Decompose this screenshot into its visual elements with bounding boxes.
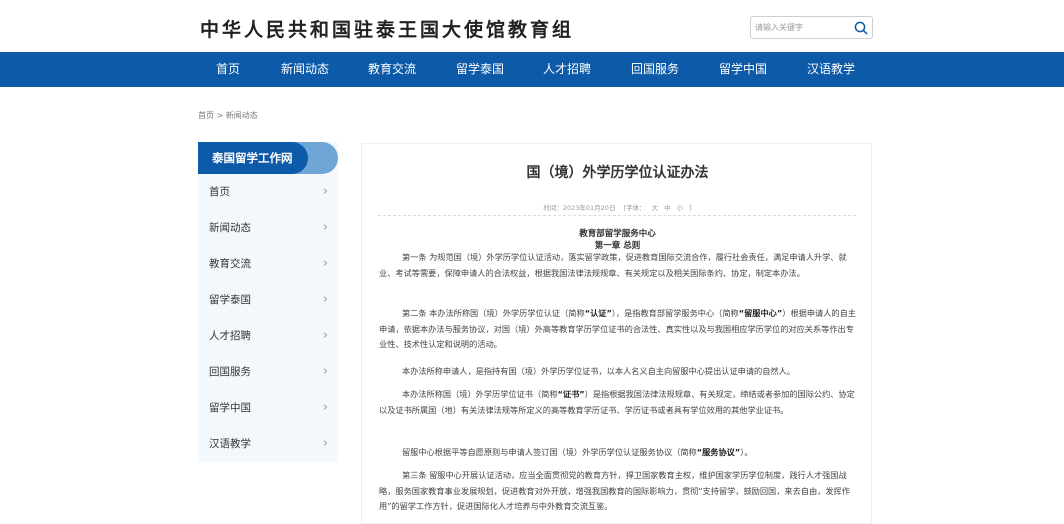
- article-paragraph: 第一条 为规范国（境）外学历学位认证活动，落实留学政策，促进教育国际交流合作，履…: [379, 252, 847, 278]
- chevron-right-icon: ›: [322, 256, 328, 271]
- term-service-agreement: “服务协议”: [696, 447, 741, 457]
- nav-item-return-services[interactable]: 回国服务: [627, 52, 683, 87]
- sidebar-item-label: 首页: [209, 186, 230, 198]
- chevron-right-icon: ›: [322, 328, 328, 343]
- article-paragraph: 留服中心根据平等自愿原则与申请人签订国（境）外学历学位认证服务协议（简称“服务协…: [379, 445, 857, 461]
- article-paragraph: 本办法所称国（境）外学历学位证书（简称“证书”）是指根据我国法律法规规章、有关规…: [379, 387, 857, 418]
- paragraph-text: ），是指教育部留学服务中心（简称: [611, 308, 739, 318]
- sidebar-item-label: 新闻动态: [209, 222, 251, 234]
- article-divider: [378, 215, 856, 216]
- term-certification: “认证”: [584, 308, 612, 318]
- sidebar-item-label: 留学中国: [209, 402, 251, 414]
- sidebar: 泰国留学工作网 首页 › 新闻动态 › 教育交流 › 留学泰国 › 人才招聘 › 回国服务…: [198, 142, 338, 462]
- sidebar-header: 泰国留学工作网: [198, 142, 338, 174]
- nav-item-chinese-teaching[interactable]: 汉语教学: [803, 52, 859, 87]
- sidebar-item-chinese-teaching[interactable]: 汉语教学 ›: [198, 426, 338, 462]
- site-title[interactable]: 中华人民共和国驻泰王国大使馆教育组: [200, 15, 574, 42]
- main-nav: 首页 新闻动态 教育交流 留学泰国 人才招聘 回国服务 留学中国 汉语教学: [0, 52, 1064, 87]
- article-date: 时间：2023年01月20日: [543, 204, 616, 212]
- nav-item-study-thailand[interactable]: 留学泰国: [452, 52, 508, 87]
- sidebar-item-home[interactable]: 首页 ›: [198, 174, 338, 210]
- sidebar-item-label: 人才招聘: [209, 330, 251, 342]
- paragraph-text: 第二条 本办法所称国（境）外学历学位认证（简称: [401, 308, 585, 318]
- breadcrumb[interactable]: 首页 > 新闻动态: [198, 110, 258, 121]
- article-panel: 国（境）外学历学位认证办法 时间：2023年01月20日 [字体： 大中小] 教育…: [361, 143, 872, 524]
- nav-item-home[interactable]: 首页: [204, 52, 252, 87]
- chevron-right-icon: ›: [322, 220, 328, 235]
- font-size-label-end: ]: [689, 204, 692, 212]
- article-paragraph: 本办法所称申请人，是指持有国（境）外学历学位证书，以本人名义自主向留服中心提出认…: [401, 366, 795, 376]
- article-title: 国（境）外学历学位认证办法: [526, 165, 709, 181]
- chevron-right-icon: ›: [322, 292, 328, 307]
- sidebar-item-education-exchange[interactable]: 教育交流 ›: [198, 246, 338, 282]
- paragraph-text: 留服中心根据平等自愿原则与申请人签订国（境）外学历学位认证服务协议（简称: [401, 447, 697, 457]
- sidebar-item-label: 汉语教学: [209, 438, 251, 450]
- sidebar-item-news[interactable]: 新闻动态 ›: [198, 210, 338, 246]
- article-meta: 时间：2023年01月20日 [字体： 大中小]: [362, 202, 871, 212]
- sidebar-item-label: 教育交流: [209, 258, 251, 270]
- font-size-large-link[interactable]: 大: [652, 204, 659, 212]
- article-paragraph: 第二条 本办法所称国（境）外学历学位认证（简称“认证”），是指教育部留学服务中心…: [379, 306, 857, 353]
- sidebar-item-label: 留学泰国: [209, 294, 251, 306]
- sidebar-title: 泰国留学工作网: [198, 142, 308, 174]
- nav-item-education-exchange[interactable]: 教育交流: [364, 52, 420, 87]
- search-input[interactable]: [755, 19, 850, 36]
- font-size-label: [字体：: [623, 204, 646, 212]
- chevron-right-icon: ›: [322, 436, 328, 451]
- paragraph-text: ）。: [740, 447, 753, 457]
- chevron-right-icon: ›: [322, 400, 328, 415]
- term-certificate: “证书”: [557, 389, 585, 399]
- sidebar-item-recruitment[interactable]: 人才招聘 ›: [198, 318, 338, 354]
- term-service-center: “留服中心”: [738, 308, 783, 318]
- sidebar-item-study-thailand[interactable]: 留学泰国 ›: [198, 282, 338, 318]
- article-organization: 教育部留学服务中心: [579, 229, 656, 239]
- font-size-medium-link[interactable]: 中: [664, 204, 671, 212]
- sidebar-item-study-china[interactable]: 留学中国 ›: [198, 390, 338, 426]
- nav-item-news[interactable]: 新闻动态: [277, 52, 333, 87]
- nav-item-recruitment[interactable]: 人才招聘: [539, 52, 595, 87]
- article-paragraph: 第三条 留服中心开展认证活动，应当全面贯彻党的教育方针，捍卫国家教育主权，维护国…: [379, 470, 850, 511]
- nav-item-study-china[interactable]: 留学中国: [715, 52, 771, 87]
- chevron-right-icon: ›: [322, 184, 328, 199]
- site-header: 中华人民共和国驻泰王国大使馆教育组: [0, 0, 1064, 52]
- paragraph-text: 本办法所称国（境）外学历学位证书（简称: [401, 389, 558, 399]
- search-icon[interactable]: [853, 20, 869, 36]
- search-box: [750, 16, 873, 39]
- sidebar-item-return-services[interactable]: 回国服务 ›: [198, 354, 338, 390]
- sidebar-item-label: 回国服务: [209, 366, 251, 378]
- chevron-right-icon: ›: [322, 364, 328, 379]
- font-size-small-link[interactable]: 小: [677, 204, 684, 212]
